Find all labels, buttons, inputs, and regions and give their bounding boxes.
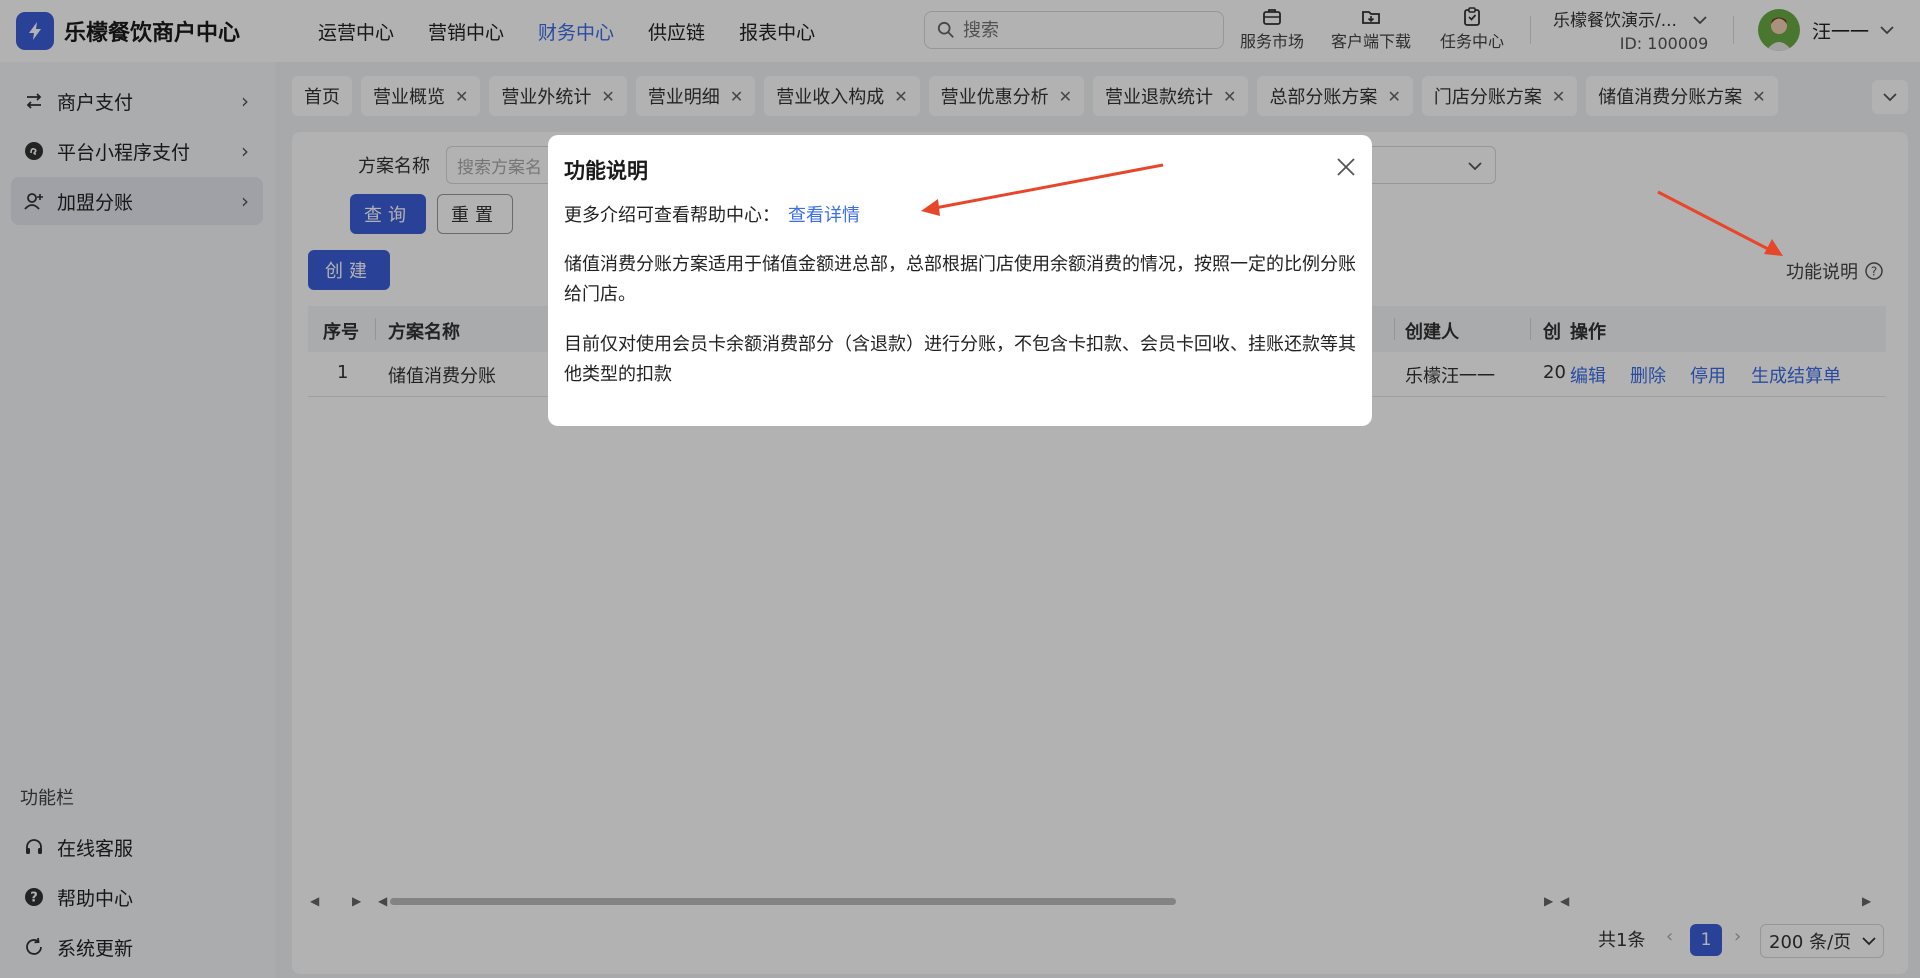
view-details-link[interactable]: 查看详情	[788, 205, 860, 226]
dialog-paragraph-1: 储值消费分账方案适用于储值金额进总部，总部根据门店使用余额消费的情况，按照一定的…	[564, 254, 1356, 305]
close-icon[interactable]	[1336, 157, 1356, 177]
help-center-text: 更多介绍可查看帮助中心：	[564, 205, 780, 226]
help-center-line: 更多介绍可查看帮助中心： 查看详情	[564, 201, 1360, 231]
dialog-paragraph-2: 目前仅对使用会员卡余额消费部分（含退款）进行分账，不包含卡扣款、会员卡回收、挂账…	[564, 334, 1356, 385]
dialog-title: 功能说明	[564, 159, 648, 183]
function-description-dialog: 功能说明 更多介绍可查看帮助中心： 查看详情 储值消费分账方案适用于储值金额进总部…	[548, 135, 1372, 426]
